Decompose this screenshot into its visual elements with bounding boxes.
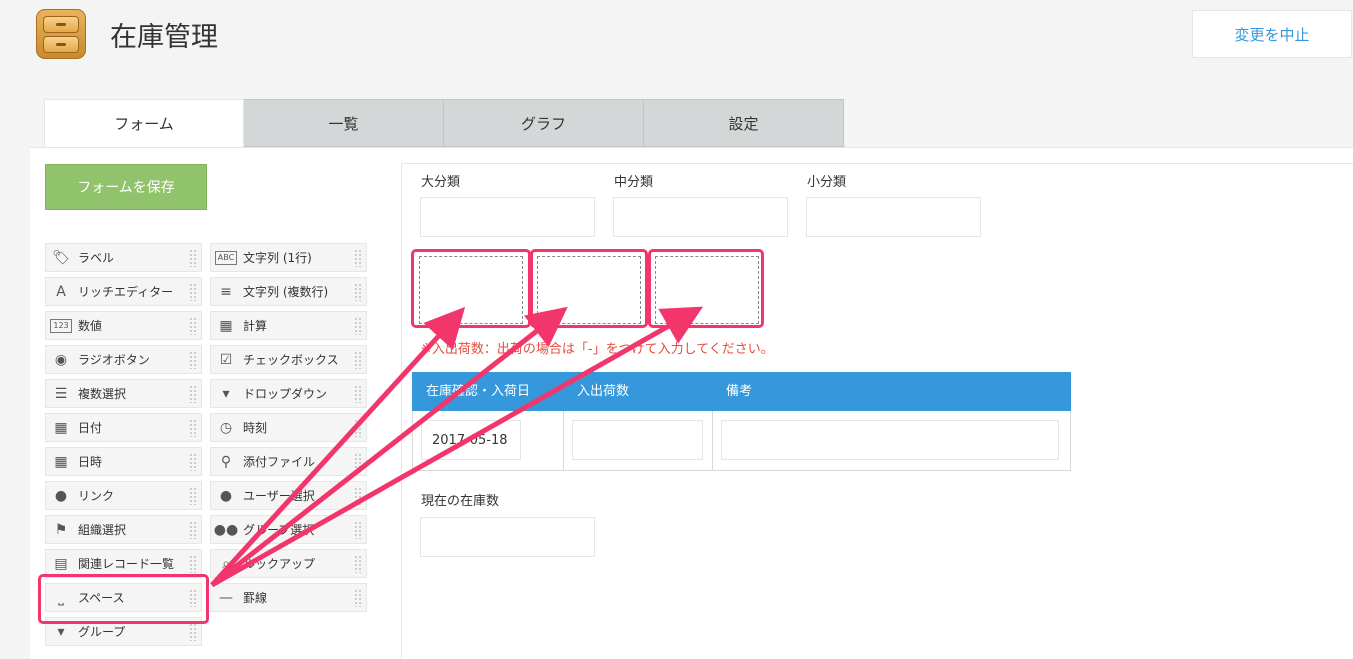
arrow-to-space-3: [210, 306, 704, 588]
arrow-to-space-2: [210, 306, 568, 587]
arrow-to-space-1: [210, 306, 466, 587]
annotation-arrows: [210, 306, 704, 588]
